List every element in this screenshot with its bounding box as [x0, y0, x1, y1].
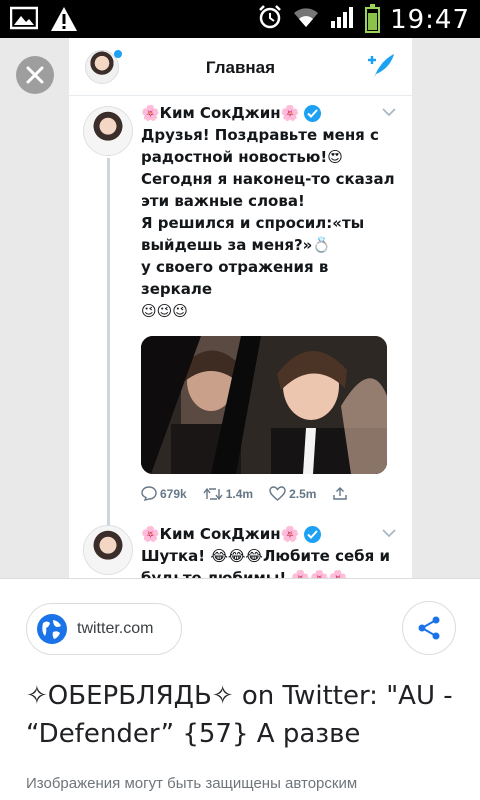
tweet-screenshot[interactable]: Главная 🌸Ким СокДжин🌸 Друзья! Поздравьте… [69, 38, 412, 578]
battery-icon [365, 3, 381, 33]
wifi-icon [293, 5, 319, 34]
result-card: twitter.com ✧ОБЕРБЛЯДЬ✧ on Twitter: "AU … [0, 578, 480, 800]
image-viewer: Главная 🌸Ким СокДжин🌸 Друзья! Поздравьте… [0, 38, 480, 578]
retweet-icon [203, 487, 223, 500]
close-icon [26, 66, 44, 84]
copyright-disclaimer: Изображения могут быть защищены авторски… [26, 775, 358, 792]
tweet-author-name: 🌸Ким СокДжин🌸 [141, 525, 300, 543]
verified-icon [304, 525, 322, 543]
reply-icon [141, 486, 157, 501]
chevron-down-icon [382, 525, 396, 543]
tweet-photo [141, 336, 387, 474]
reply-count: 679k [160, 486, 187, 501]
twitter-header: Главная [69, 38, 412, 96]
tweet-author-avatar [83, 525, 133, 575]
status-bar: 19:47 [0, 0, 480, 38]
retweet-count: 1.4m [225, 486, 254, 501]
retweet-action: 1.4m [203, 487, 253, 501]
tweet-actions: 679k 1.4m 2.5m [141, 486, 398, 501]
share-button[interactable] [402, 601, 456, 655]
notification-dot [114, 50, 122, 58]
tweet-text: Шутка! 😂😂😂Любите себя и будьте любимы! 🌸… [141, 547, 390, 578]
like-count: 2.5m [289, 486, 317, 501]
alarm-icon [257, 4, 283, 35]
globe-icon [37, 614, 67, 644]
close-button[interactable] [16, 56, 54, 94]
clock: 19:47 [390, 4, 470, 35]
twitter-header-title: Главная [205, 58, 276, 77]
like-action: 2.5m [269, 486, 316, 501]
tweet-1: 🌸Ким СокДжин🌸 Друзья! Поздравьте меня с … [69, 102, 412, 501]
reply-action: 679k [141, 486, 187, 501]
page-title[interactable]: ✧ОБЕРБЛЯДЬ✧ on Twitter: "AU - “Defender”… [26, 677, 466, 753]
upload-icon [333, 487, 348, 500]
tweet-author-avatar [83, 106, 133, 156]
warning-icon [50, 6, 78, 37]
tweet-author-name: 🌸Ким СокДжин🌸 [141, 104, 300, 122]
heart-icon [269, 486, 286, 501]
share-icon [418, 616, 440, 640]
source-link[interactable]: twitter.com [26, 603, 182, 655]
source-domain: twitter.com [77, 620, 154, 637]
verified-icon [304, 104, 322, 122]
signal-icon [329, 5, 355, 34]
chevron-down-icon [382, 104, 396, 122]
compose-feather-icon [366, 52, 396, 85]
tweet-2: 🌸Ким СокДжин🌸 Шутка! 😂😂😂Любите себя и бу… [69, 523, 412, 578]
image-icon [9, 6, 39, 37]
tweet-text: Друзья! Поздравьте меня с радостной ново… [141, 126, 395, 320]
share-action [332, 486, 348, 501]
